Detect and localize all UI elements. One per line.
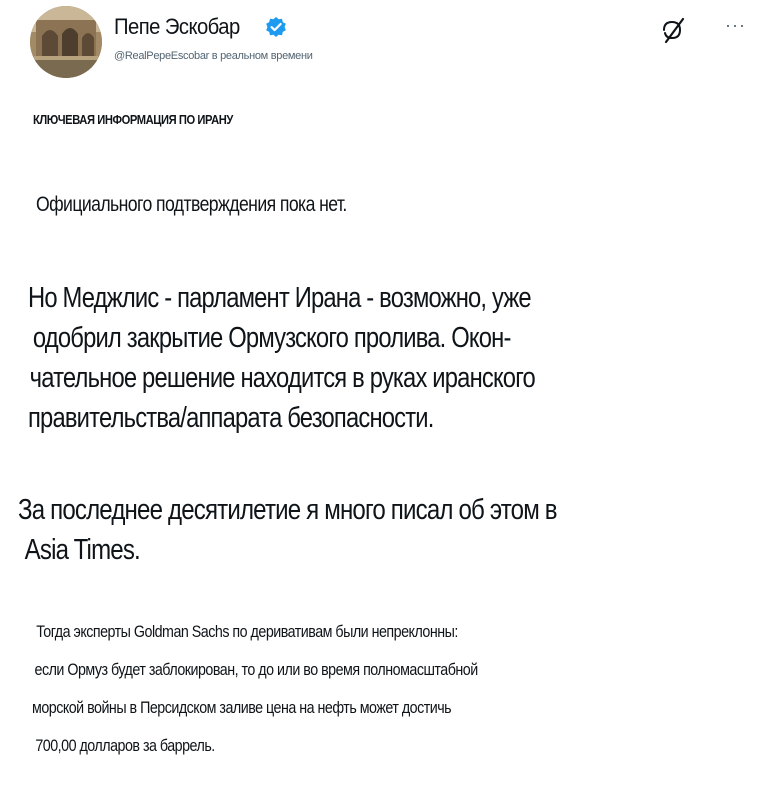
tweet-paragraph-4: Тогда эксперты Goldman Sachs по деривати… — [32, 613, 478, 765]
tweet-paragraph-4-line: 700,00 долларов за баррель. — [35, 736, 215, 755]
tweet-kicker: КЛЮЧЕВАЯ ИНФОРМАЦИЯ ПО ИРАНУ — [33, 112, 233, 127]
verified-badge-icon — [265, 16, 287, 38]
author-block: Пепе Эскобар @RealPepeEscobar в реальном… — [114, 14, 313, 62]
tweet-paragraph-2: Но Меджлис - парламент Ирана - возможно,… — [28, 278, 536, 438]
tweet-paragraph-2-line: Но Меджлис - парламент Ирана - возможно,… — [28, 282, 532, 314]
tweet-paragraph-2-line: правительства/аппарата безопасности. — [28, 402, 434, 434]
avatar[interactable] — [30, 6, 102, 78]
tweet-paragraph-2-line: чательное решение находится в руках иран… — [29, 362, 536, 394]
tweet-paragraph-3-line: За последнее десятилетие я много писал о… — [18, 494, 558, 526]
tweet-paragraph-4-line: если Ормуз будет заблокирован, то до или… — [34, 660, 479, 679]
tweet-paragraph-2-line: одобрил закрытие Ормузского пролива. Око… — [32, 322, 512, 354]
tweet-paragraph-4-line: Тогда эксперты Goldman Sachs по деривати… — [36, 622, 458, 641]
tweet-paragraph-3: За последнее десятилетие я много писал о… — [18, 490, 558, 570]
tweet-paragraph-1: Официального подтверждения пока нет. — [36, 193, 347, 216]
tweet-paragraph-4-line: морской войны в Персидском заливе цена н… — [32, 698, 452, 717]
more-icon[interactable]: ··· — [725, 16, 746, 34]
author-handle[interactable]: @RealPepeEscobar в реальном времени — [114, 50, 313, 62]
display-name-row: Пепе Эскобар — [114, 14, 313, 40]
avatar-image — [30, 6, 102, 78]
tweet-header: Пепе Эскобар @RealPepeEscobar в реальном… — [30, 6, 750, 78]
tweet-card: Пепе Эскобар @RealPepeEscobar в реальном… — [0, 0, 771, 800]
tweet-paragraph-3-line: Asia Times. — [24, 534, 141, 566]
x-logo-icon[interactable] — [660, 16, 688, 44]
display-name[interactable]: Пепе Эскобар — [114, 14, 240, 40]
